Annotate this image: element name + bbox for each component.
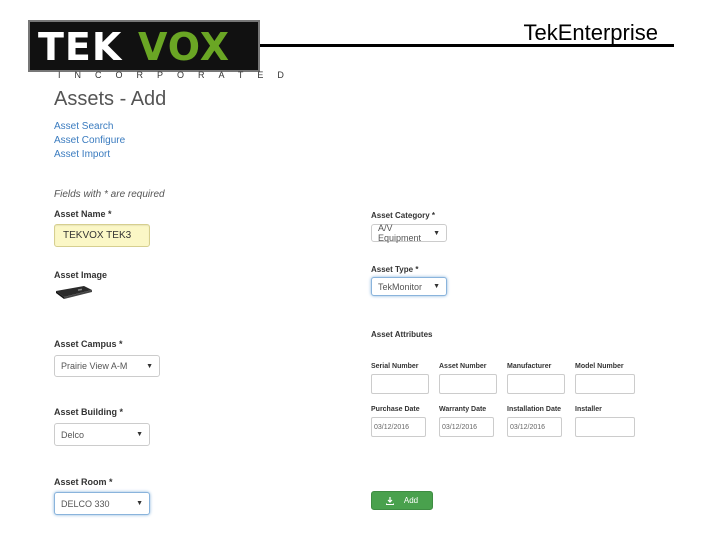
warranty-date-input[interactable]: 03/12/2016 <box>439 417 494 437</box>
asset-category-value: A/V Equipment <box>378 223 422 243</box>
asset-type-label: Asset Type * <box>371 265 419 274</box>
asset-room-label: Asset Room * <box>54 477 113 487</box>
chevron-down-icon: ▼ <box>146 362 153 370</box>
asset-room-value: DELCO 330 <box>61 498 110 509</box>
model-number-input[interactable] <box>575 374 635 394</box>
asset-number-input[interactable] <box>439 374 497 394</box>
chevron-down-icon: ▼ <box>136 500 143 507</box>
asset-campus-label: Asset Campus * <box>54 339 123 349</box>
asset-campus-select[interactable]: Prairie View A-M ▼ <box>54 355 160 377</box>
asset-type-value: TekMonitor <box>378 281 423 292</box>
chevron-down-icon: ▼ <box>433 229 440 237</box>
asset-campus-value: Prairie View A-M <box>61 361 128 371</box>
tekvox-logo: TEK VOX <box>28 20 260 72</box>
serial-number-input[interactable] <box>371 374 429 394</box>
installer-input[interactable] <box>575 417 635 437</box>
asset-room-select[interactable]: DELCO 330 ▼ <box>54 492 150 515</box>
required-note: Fields with * are required <box>54 189 165 200</box>
asset-search-link[interactable]: Asset Search <box>54 120 125 134</box>
chevron-down-icon: ▼ <box>433 283 440 290</box>
asset-type-select[interactable]: TekMonitor ▼ <box>371 277 447 296</box>
logo-text-accent: VOX <box>138 25 230 69</box>
installation-date-label: Installation Date <box>507 406 562 413</box>
serial-number-label: Serial Number <box>371 363 419 370</box>
asset-name-input[interactable]: TEKVOX TEK3 <box>54 224 150 247</box>
asset-name-label: Asset Name * <box>54 209 112 219</box>
asset-building-select[interactable]: Delco ▼ <box>54 423 150 446</box>
logo-text-primary: TEK <box>38 25 123 69</box>
manufacturer-label: Manufacturer <box>507 363 552 370</box>
logo-tagline: INCORPORATED <box>58 70 298 80</box>
asset-image-label: Asset Image <box>54 270 108 280</box>
add-button-label: Add <box>403 496 419 505</box>
product-title: TekEnterprise <box>523 20 658 45</box>
asset-building-label: Asset Building * <box>54 407 124 417</box>
download-icon <box>385 496 394 505</box>
asset-nav-links: Asset Search Asset Configure Asset Impor… <box>54 120 125 162</box>
asset-device-image[interactable] <box>54 283 94 300</box>
asset-building-value: Delco <box>61 429 85 440</box>
asset-category-label: Asset Category * <box>371 211 436 220</box>
add-button[interactable]: Add <box>371 491 433 510</box>
asset-configure-link[interactable]: Asset Configure <box>54 134 125 148</box>
purchase-date-input[interactable]: 03/12/2016 <box>371 417 426 437</box>
manufacturer-input[interactable] <box>507 374 565 394</box>
asset-attributes-label: Asset Attributes <box>371 330 433 339</box>
purchase-date-label: Purchase Date <box>371 406 420 413</box>
model-number-label: Model Number <box>575 363 624 370</box>
page-title: Assets - Add <box>54 88 167 110</box>
warranty-date-label: Warranty Date <box>439 406 487 413</box>
chevron-down-icon: ▼ <box>136 431 143 438</box>
installer-label: Installer <box>575 406 602 413</box>
asset-category-select[interactable]: A/V Equipment ▼ <box>371 223 447 243</box>
asset-import-link[interactable]: Asset Import <box>54 148 125 162</box>
installation-date-input[interactable]: 03/12/2016 <box>507 417 562 437</box>
asset-number-label: Asset Number <box>439 363 487 370</box>
